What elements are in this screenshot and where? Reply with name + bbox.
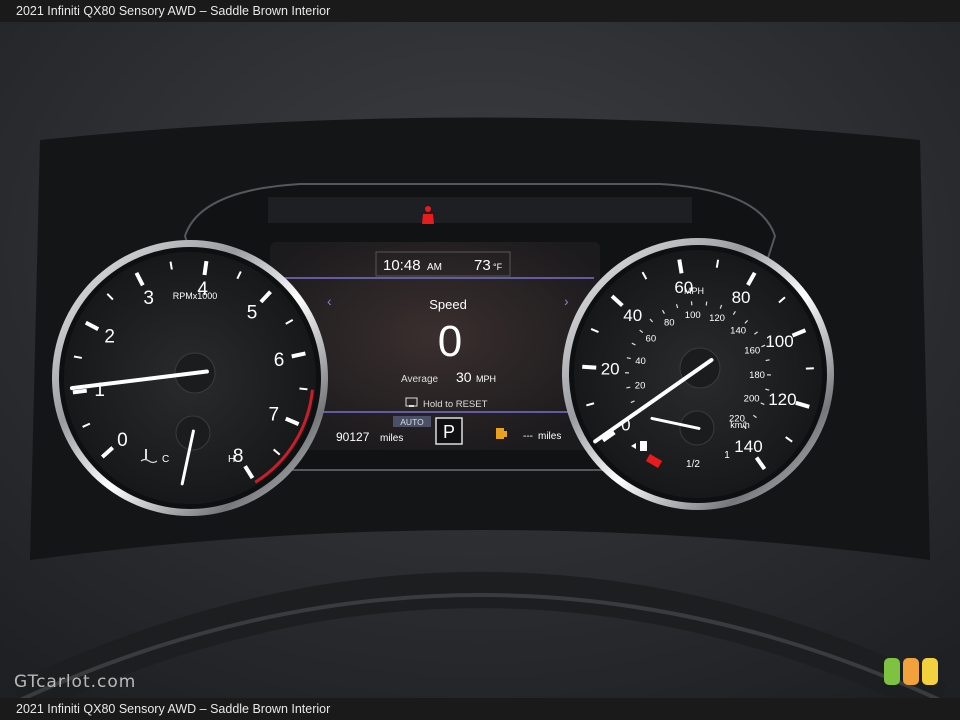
average-unit: MPH [476, 374, 496, 384]
average-value: 30 [456, 369, 472, 385]
fuel-half-label: 1/2 [686, 459, 700, 470]
tachometer-minor-tick [299, 387, 308, 391]
outside-temp-unit: °F [493, 262, 503, 272]
instrument-cluster: 10:48 AM 73 °F ‹ › Speed 0 Average 30 MP… [0, 0, 960, 720]
kmh-label: 180 [749, 370, 765, 381]
speedometer: 020406080100120140 20406080100 1201401601… [562, 238, 834, 510]
kmh-label: 160 [744, 346, 760, 357]
speed-readout: 0 [438, 317, 462, 366]
tachometer-major-tick [202, 260, 209, 276]
kmh-label: 60 [646, 334, 657, 345]
kmh-tick [765, 359, 770, 362]
mph-major-tick [582, 364, 597, 370]
mph-label: 140 [734, 437, 762, 456]
odometer-value: 90127 [336, 430, 370, 444]
kmh-label: 40 [635, 356, 646, 367]
temp-hot-label: H [228, 454, 235, 465]
kmh-label: 140 [730, 326, 746, 337]
chevron-left-icon[interactable]: ‹ [327, 293, 332, 309]
watermark-logo: GTcarlot.com [14, 672, 137, 692]
range-value: --- [523, 431, 533, 442]
tachometer-label: 3 [143, 288, 154, 309]
tachometer-minor-tick [169, 261, 173, 270]
odometer-unit: miles [380, 433, 403, 444]
mph-minor-tick [715, 259, 720, 268]
outside-temp: 73 [474, 257, 491, 274]
kmh-label: 200 [744, 394, 760, 405]
badge-yellow-block [922, 658, 938, 685]
clock-time: 10:48 [383, 257, 421, 274]
kmh-label: 100 [685, 310, 701, 321]
mph-label: 80 [732, 288, 751, 307]
mph-label: 100 [765, 332, 793, 351]
tachometer-label: 2 [104, 326, 115, 347]
kmh-unit: km/h [730, 420, 750, 430]
tachometer-label: 5 [247, 302, 258, 323]
tachometer-label: 6 [274, 350, 285, 371]
mph-major-tick [677, 259, 684, 274]
screen-title: Speed [429, 297, 467, 312]
kmh-label: 80 [664, 317, 675, 328]
mph-label: 20 [601, 360, 620, 379]
mph-label: 120 [768, 390, 796, 409]
temp-cold-label: C [162, 454, 169, 465]
tachometer-label: 7 [268, 405, 279, 426]
mph-label: 40 [623, 306, 642, 325]
caption-bottom: 2021 Infiniti QX80 Sensory AWD – Saddle … [0, 698, 960, 720]
fuel-full-label: 1 [724, 450, 730, 461]
range-unit: miles [538, 431, 561, 442]
caption-top: 2021 Infiniti QX80 Sensory AWD – Saddle … [0, 0, 960, 22]
site-badge-icon [884, 658, 938, 685]
reset-hint: Hold to RESET [423, 399, 488, 410]
tachometer-unit: RPMx1000 [173, 291, 218, 301]
auto-badge: AUTO [400, 417, 424, 427]
badge-green-block [884, 658, 900, 685]
tachometer-label: 0 [117, 430, 128, 451]
kmh-tick [626, 386, 631, 389]
average-label: Average [401, 374, 439, 385]
tachometer-major-tick [291, 351, 306, 359]
gear-indicator: P [443, 422, 455, 442]
tachometer-major-tick [72, 388, 88, 395]
chevron-right-icon[interactable]: › [564, 293, 569, 309]
tachometer: 0123 45678 RPMx1000 C H [52, 240, 328, 516]
clock-ampm: AM [427, 262, 442, 273]
kmh-label: 120 [709, 313, 725, 324]
badge-orange-block [903, 658, 919, 685]
mph-unit: MPH [684, 286, 704, 296]
kmh-label: 20 [635, 380, 646, 391]
